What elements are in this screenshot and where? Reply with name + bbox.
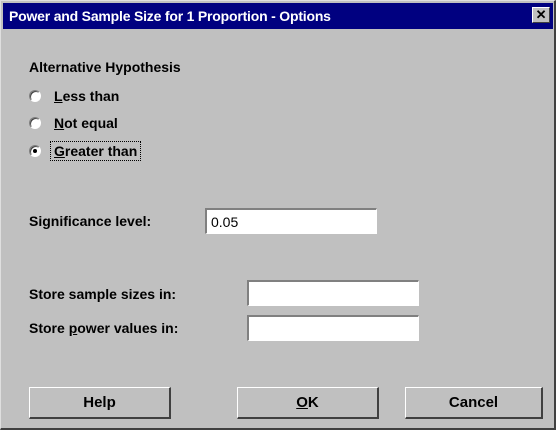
cancel-button[interactable]: Cancel [405, 387, 543, 419]
close-button[interactable]: ✕ [532, 7, 550, 23]
options-dialog: Power and Sample Size for 1 Proportion -… [0, 0, 556, 430]
significance-level-label: Significance level: [29, 213, 152, 229]
title-bar: Power and Sample Size for 1 Proportion -… [3, 3, 553, 29]
help-button[interactable]: Help [29, 387, 171, 419]
store-sample-sizes-label: Store sample sizes in: [29, 286, 177, 302]
store-power-values-label: Store power values in: [29, 320, 179, 336]
significance-level-input[interactable] [205, 208, 377, 234]
window-title: Power and Sample Size for 1 Proportion -… [9, 8, 331, 24]
close-icon: ✕ [535, 7, 547, 22]
alternative-hypothesis-heading: Alternative Hypothesis [29, 59, 181, 75]
radio-less-than[interactable]: Less than [29, 85, 122, 107]
radio-greater-than[interactable]: Greater than [29, 140, 142, 162]
radio-label-less-than: Less than [54, 88, 120, 104]
radio-button-icon[interactable] [29, 90, 41, 102]
radio-label-not-equal: Not equal [54, 115, 118, 131]
ok-button[interactable]: OK [237, 387, 379, 419]
store-sample-sizes-input[interactable] [247, 280, 419, 306]
radio-button-icon[interactable] [29, 117, 41, 129]
store-power-values-input[interactable] [247, 315, 419, 341]
radio-label-greater-than: Greater than [49, 141, 142, 161]
radio-button-icon[interactable] [29, 145, 41, 157]
radio-not-equal[interactable]: Not equal [29, 112, 121, 134]
